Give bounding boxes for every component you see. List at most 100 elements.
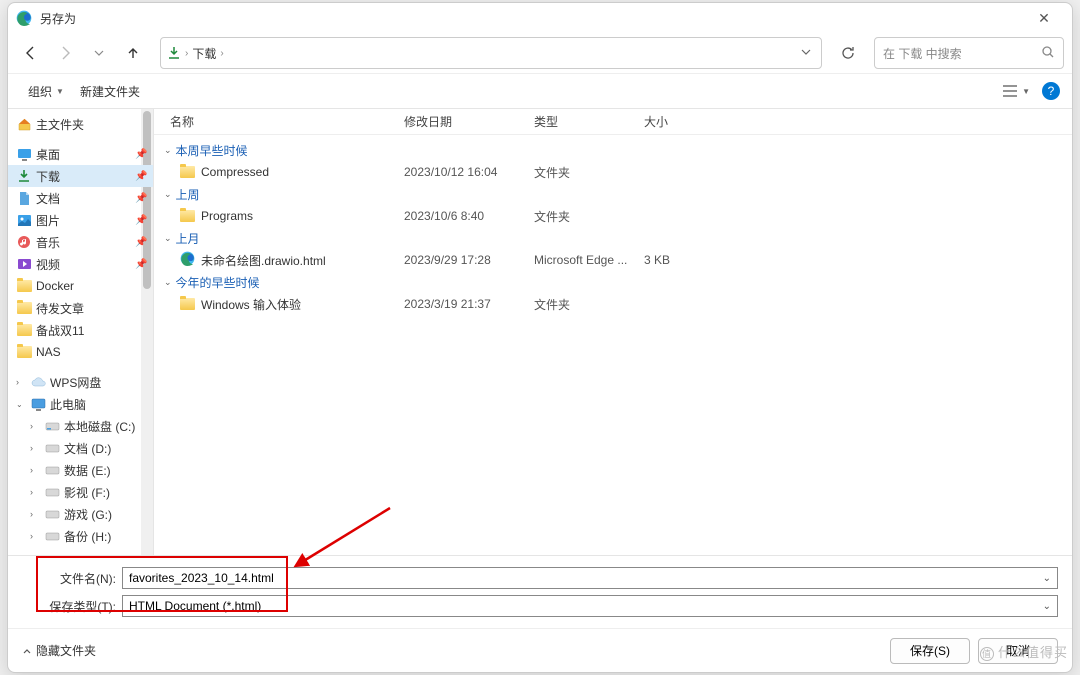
- group-header[interactable]: ⌄上周: [154, 183, 1072, 205]
- drive-icon: [44, 484, 60, 500]
- organize-button[interactable]: 组织▼: [20, 79, 72, 104]
- search-input[interactable]: 在 下载 中搜索: [874, 37, 1064, 69]
- sidebar-item-label: 数据 (E:): [64, 462, 111, 479]
- sidebar-item-label: 游戏 (G:): [64, 506, 112, 523]
- navbar: › 下载 › 在 下载 中搜索: [8, 33, 1072, 73]
- videos-icon: [16, 256, 32, 272]
- drive-icon: [44, 418, 60, 434]
- sidebar-item-label: 桌面: [36, 146, 60, 163]
- sidebar-drive[interactable]: › 游戏 (G:): [8, 503, 153, 525]
- sidebar-item-文档[interactable]: 文档📌: [8, 187, 153, 209]
- sidebar-item-备战双11[interactable]: 备战双11: [8, 319, 153, 341]
- sidebar-drive[interactable]: ›本地磁盘 (C:): [8, 415, 153, 437]
- folder-icon: [16, 344, 32, 360]
- sidebar-drive[interactable]: ›影视 (F:): [8, 481, 153, 503]
- address-dropdown[interactable]: [797, 46, 815, 60]
- sidebar-item-label: WPS网盘: [50, 374, 101, 391]
- view-options-button[interactable]: ▼: [1002, 84, 1030, 98]
- file-type: 文件夹: [524, 208, 634, 225]
- folder-icon: [16, 322, 32, 338]
- pin-icon: 📌: [135, 237, 147, 248]
- sidebar-item-待发文章[interactable]: 待发文章: [8, 297, 153, 319]
- file-row[interactable]: Programs2023/10/6 8:40文件夹: [154, 205, 1072, 227]
- help-button[interactable]: ?: [1042, 82, 1060, 100]
- pin-icon: 📌: [135, 149, 147, 160]
- cancel-button[interactable]: 取消: [978, 638, 1058, 664]
- close-button[interactable]: ✕: [1024, 10, 1064, 27]
- pin-icon: 📌: [135, 171, 147, 182]
- file-type: Microsoft Edge ...: [524, 253, 634, 267]
- sidebar-item-图片[interactable]: 图片📌: [8, 209, 153, 231]
- collapse-icon[interactable]: ⌄: [164, 233, 172, 244]
- desktop-icon: [16, 146, 32, 162]
- sidebar-item-label: 备战双11: [36, 322, 84, 339]
- collapse-icon[interactable]: ⌄: [164, 277, 172, 288]
- filetype-label: 保存类型(T):: [22, 598, 122, 615]
- chevron-down-icon[interactable]: ⌄: [1043, 573, 1051, 584]
- edge-icon: [16, 10, 32, 26]
- expand-icon[interactable]: ›: [16, 377, 26, 387]
- chevron-down-icon: ▼: [1022, 87, 1030, 96]
- footer: 隐藏文件夹 保存(S) 取消: [8, 628, 1072, 672]
- file-row[interactable]: 未命名绘图.drawio.html2023/9/29 17:28Microsof…: [154, 249, 1072, 271]
- expand-icon[interactable]: ›: [30, 509, 40, 519]
- sidebar-item-label: 待发文章: [36, 300, 84, 317]
- address-bar[interactable]: › 下载 ›: [160, 37, 822, 69]
- folder-icon: [16, 278, 32, 294]
- expand-icon[interactable]: ›: [30, 443, 40, 453]
- header-size[interactable]: 大小: [634, 113, 714, 130]
- download-icon: [167, 46, 181, 60]
- sidebar-item-音乐[interactable]: 音乐📌: [8, 231, 153, 253]
- sidebar-item-下载[interactable]: 下载📌: [8, 165, 153, 187]
- new-folder-button[interactable]: 新建文件夹: [72, 79, 148, 104]
- sidebar-item-NAS[interactable]: NAS: [8, 341, 153, 363]
- body: 主文件夹 桌面📌下载📌文档📌图片📌音乐📌视频📌Docker待发文章备战双11NA…: [8, 109, 1072, 555]
- save-as-dialog: 另存为 ✕ › 下载 › 在 下载 中搜索 组织▼ 新建文件夹 ▼ ?: [7, 2, 1073, 673]
- forward-button[interactable]: [50, 38, 80, 68]
- group-label: 今年的早些时候: [176, 274, 260, 291]
- sidebar: 主文件夹 桌面📌下载📌文档📌图片📌音乐📌视频📌Docker待发文章备战双11NA…: [8, 109, 154, 555]
- collapse-icon[interactable]: ⌄: [16, 400, 26, 409]
- sidebar-home[interactable]: 主文件夹: [8, 113, 153, 135]
- expand-icon[interactable]: ›: [30, 465, 40, 475]
- expand-icon[interactable]: ›: [30, 421, 40, 431]
- sidebar-drive[interactable]: › 数据 (E:): [8, 459, 153, 481]
- group-header[interactable]: ⌄ 今年的早些时候: [154, 271, 1072, 293]
- header-date[interactable]: 修改日期: [394, 113, 524, 130]
- file-row[interactable]: Compressed2023/10/12 16:04文件夹: [154, 161, 1072, 183]
- content-area: 名称 修改日期 类型 大小 ⌄本周早些时候Compressed2023/10/1…: [154, 109, 1072, 555]
- sidebar-item-桌面[interactable]: 桌面 📌: [8, 143, 153, 165]
- sidebar-drive[interactable]: ›文档 (D:): [8, 437, 153, 459]
- chevron-down-icon[interactable]: ⌄: [1043, 601, 1051, 612]
- file-date: 2023/9/29 17:28: [394, 253, 524, 267]
- sidebar-drive[interactable]: › 备份 (H:): [8, 525, 153, 547]
- chevron-right-icon: ›: [220, 48, 223, 59]
- titlebar: 另存为 ✕: [8, 3, 1072, 33]
- cloud-icon: [30, 374, 46, 390]
- sidebar-thispc[interactable]: ⌄ 此电脑: [8, 393, 153, 415]
- drive-icon: [44, 528, 60, 544]
- file-row[interactable]: Windows 输入体验2023/3/19 21:37文件夹: [154, 293, 1072, 315]
- recent-button[interactable]: [84, 38, 114, 68]
- expand-icon[interactable]: ›: [30, 487, 40, 497]
- file-icon: [180, 166, 195, 178]
- collapse-icon[interactable]: ⌄: [164, 189, 172, 200]
- up-button[interactable]: [118, 38, 148, 68]
- sidebar-item-Docker[interactable]: Docker: [8, 275, 153, 297]
- back-button[interactable]: [16, 38, 46, 68]
- sidebar-item-label: 备份 (H:): [64, 528, 111, 545]
- header-type[interactable]: 类型: [524, 113, 634, 130]
- expand-icon[interactable]: ›: [30, 531, 40, 541]
- sidebar-item-视频[interactable]: 视频📌: [8, 253, 153, 275]
- filetype-select[interactable]: HTML Document (*.html)⌄: [122, 595, 1058, 617]
- group-header[interactable]: ⌄本周早些时候: [154, 139, 1072, 161]
- window-title: 另存为: [40, 10, 1024, 27]
- sidebar-wps[interactable]: › WPS网盘: [8, 371, 153, 393]
- filename-input[interactable]: favorites_2023_10_14.html⌄: [122, 567, 1058, 589]
- header-name[interactable]: 名称: [154, 113, 394, 130]
- refresh-button[interactable]: [832, 37, 864, 69]
- collapse-icon[interactable]: ⌄: [164, 145, 172, 156]
- save-button[interactable]: 保存(S): [890, 638, 970, 664]
- group-header[interactable]: ⌄上月: [154, 227, 1072, 249]
- hide-folders-button[interactable]: 隐藏文件夹: [22, 642, 96, 659]
